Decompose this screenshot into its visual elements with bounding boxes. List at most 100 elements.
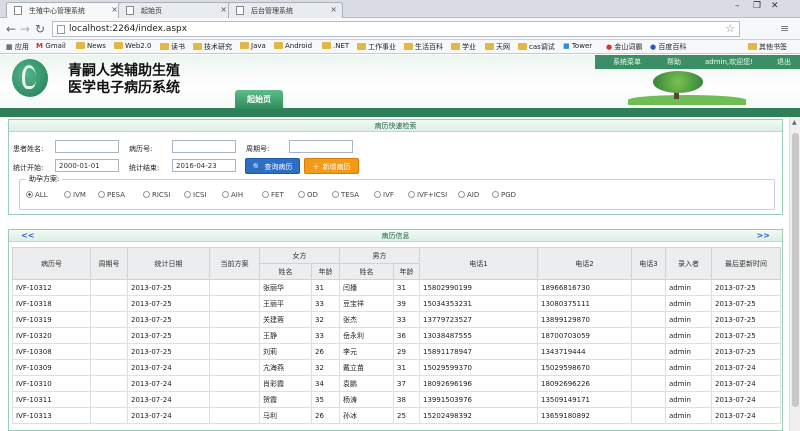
col-female-name[interactable]: 姓名 <box>259 263 312 280</box>
bookmark-iciba[interactable]: ● 金山词霸 <box>606 42 642 52</box>
back-icon[interactable]: ← <box>6 22 16 36</box>
tab-start-page[interactable]: 起始页 <box>235 90 283 109</box>
bookmark-tianwang[interactable]: 天网 <box>485 42 510 52</box>
end-date-input[interactable]: 2016-04-23 <box>172 159 236 172</box>
col-entered-by[interactable]: 录入者 <box>665 247 712 280</box>
scheme-radio-ivm[interactable]: IVM <box>64 191 86 199</box>
radio-icon[interactable] <box>374 191 381 198</box>
scheme-radio-od[interactable]: OD <box>298 191 318 199</box>
close-window-icon[interactable]: ✕ <box>771 1 779 11</box>
bookmark-dotnet[interactable]: .NET <box>322 42 349 50</box>
col-female-age[interactable]: 年龄 <box>311 263 340 280</box>
menu-icon[interactable]: ≡ <box>780 22 789 35</box>
close-tab-icon[interactable]: × <box>111 5 118 14</box>
scheme-radio-ivf[interactable]: IVF <box>374 191 394 199</box>
bookmark-other[interactable]: 其他书签 <box>748 42 787 52</box>
bookmark-cas[interactable]: cas调试 <box>518 42 555 52</box>
query-records-button[interactable]: 🔍 查询病历 <box>245 158 300 174</box>
url-field[interactable]: localhost:2264/index.aspx ☆ <box>52 21 740 37</box>
radio-icon[interactable] <box>184 191 191 198</box>
table-row[interactable]: IVF-10309 2013-07-24 亢海燕 32 戴立苗 31 15029599370… <box>12 359 781 376</box>
table-row[interactable]: IVF-10320 2013-07-25 王静 33 岳永利 36 13038487555 1… <box>12 327 781 344</box>
scroll-up-icon[interactable]: ▲ <box>792 119 797 126</box>
radio-icon[interactable] <box>332 191 339 198</box>
bookmark-star-icon[interactable]: ☆ <box>725 22 735 35</box>
patient-name-input[interactable] <box>55 140 119 153</box>
radio-icon[interactable] <box>408 191 415 198</box>
col-updated[interactable]: 最后更新时间 <box>711 247 781 280</box>
forward-icon[interactable]: → <box>20 22 30 36</box>
logout-link[interactable]: 退出 <box>777 57 791 67</box>
table-row[interactable]: IVF-10319 2013-07-25 关建蓉 32 张杰 33 13779723527 1… <box>12 311 781 328</box>
bookmark-android[interactable]: Android <box>274 42 312 50</box>
bookmark-work[interactable]: 工作事业 <box>357 42 396 52</box>
col-scheme[interactable]: 当前方案 <box>209 247 260 280</box>
close-tab-icon[interactable]: × <box>330 5 337 14</box>
cycle-no-input[interactable] <box>289 140 353 153</box>
system-menu-link[interactable]: 系统菜单 <box>613 57 641 67</box>
close-tab-icon[interactable]: × <box>220 5 227 14</box>
bookmark-life[interactable]: 生活百科 <box>404 42 443 52</box>
folder-icon <box>485 43 494 50</box>
folder-icon <box>193 43 202 50</box>
cell-mname: 杨涛 <box>339 391 394 408</box>
help-link[interactable]: 帮助 <box>667 57 681 67</box>
radio-icon[interactable] <box>143 191 150 198</box>
scheme-radio-all[interactable]: ALL <box>26 191 48 199</box>
bookmark-gmail[interactable]: M Gmail <box>36 42 66 50</box>
table-row[interactable]: IVF-10318 2013-07-25 王丽平 33 豆宝祥 39 15034353231… <box>12 295 781 312</box>
bookmark-news[interactable]: News <box>76 42 106 50</box>
bookmark-tech[interactable]: 技术研究 <box>193 42 232 52</box>
bookmark-web20[interactable]: Web2.0 <box>114 42 151 50</box>
table-row[interactable]: IVF-10308 2013-07-25 刘莉 26 李元 29 15891178947 13… <box>12 343 781 360</box>
col-phone1[interactable]: 电话1 <box>419 247 538 280</box>
prev-page-link[interactable]: << <box>21 230 34 242</box>
radio-icon[interactable] <box>222 191 229 198</box>
bookmark-reading[interactable]: 读书 <box>160 42 185 52</box>
browser-tab-1[interactable]: 生殖中心管理系统 × <box>6 2 124 18</box>
scheme-radio-tesa[interactable]: TESA <box>332 191 359 199</box>
scheme-radio-pgd[interactable]: PGD <box>492 191 516 199</box>
radio-icon[interactable] <box>458 191 465 198</box>
bookmark-tower[interactable]: ■ Tower <box>563 42 592 50</box>
scheme-radio-ivficsi[interactable]: IVF+ICSI <box>408 191 447 199</box>
record-no-input[interactable] <box>172 140 236 153</box>
browser-tab-2[interactable]: 起始页 × <box>118 2 233 18</box>
col-phone3[interactable]: 电话3 <box>631 247 666 280</box>
scheme-radio-pesa[interactable]: PESA <box>98 191 125 199</box>
browser-tab-3[interactable]: 后台管理系统 × <box>228 2 343 18</box>
reload-icon[interactable]: ↻ <box>35 22 45 36</box>
scheme-radio-fet[interactable]: FET <box>262 191 284 199</box>
radio-icon[interactable] <box>262 191 269 198</box>
table-row[interactable]: IVF-10310 2013-07-24 肖彩霞 34 袁鹏 37 18092696196 1… <box>12 375 781 392</box>
page-scrollbar[interactable]: ▲ <box>789 117 800 431</box>
radio-icon[interactable] <box>298 191 305 198</box>
next-page-link[interactable]: >> <box>757 230 770 242</box>
col-phone2[interactable]: 电话2 <box>537 247 632 280</box>
radio-icon[interactable] <box>64 191 71 198</box>
scrollbar-thumb[interactable] <box>792 133 799 407</box>
col-cycle-no[interactable]: 周期号 <box>90 247 128 280</box>
table-row[interactable]: IVF-10313 2013-07-24 马利 26 孙冰 25 15202498392 13… <box>12 407 781 424</box>
col-record-no[interactable]: 病历号 <box>12 247 91 280</box>
minimize-icon[interactable]: – <box>735 1 740 11</box>
start-date-input[interactable]: 2000-01-01 <box>55 159 119 172</box>
table-row[interactable]: IVF-10312 2013-07-25 张丽华 31 闫播 31 15802990199 1… <box>12 279 781 296</box>
restore-icon[interactable]: ❐ <box>753 1 761 11</box>
bookmark-java[interactable]: Java <box>240 42 266 50</box>
radio-icon[interactable] <box>26 191 33 198</box>
bookmark-apps[interactable]: ▦ 应用 <box>6 42 29 52</box>
scheme-radio-aid[interactable]: AID <box>458 191 479 199</box>
bookmark-baike[interactable]: ● 百度百科 <box>650 42 686 52</box>
scheme-radio-ricsi[interactable]: RICSI <box>143 191 170 199</box>
radio-icon[interactable] <box>492 191 499 198</box>
new-record-button[interactable]: ＋新增病历 <box>304 158 359 174</box>
bookmark-study[interactable]: 学业 <box>451 42 476 52</box>
scheme-radio-icsi[interactable]: ICSI <box>184 191 206 199</box>
col-male-name[interactable]: 姓名 <box>339 263 394 280</box>
scheme-radio-aih[interactable]: AIH <box>222 191 243 199</box>
col-date[interactable]: 统计日期 <box>127 247 210 280</box>
radio-icon[interactable] <box>98 191 105 198</box>
table-row[interactable]: IVF-10311 2013-07-24 贺霞 35 杨涛 38 13991503976 13… <box>12 391 781 408</box>
col-male-age[interactable]: 年龄 <box>393 263 420 280</box>
